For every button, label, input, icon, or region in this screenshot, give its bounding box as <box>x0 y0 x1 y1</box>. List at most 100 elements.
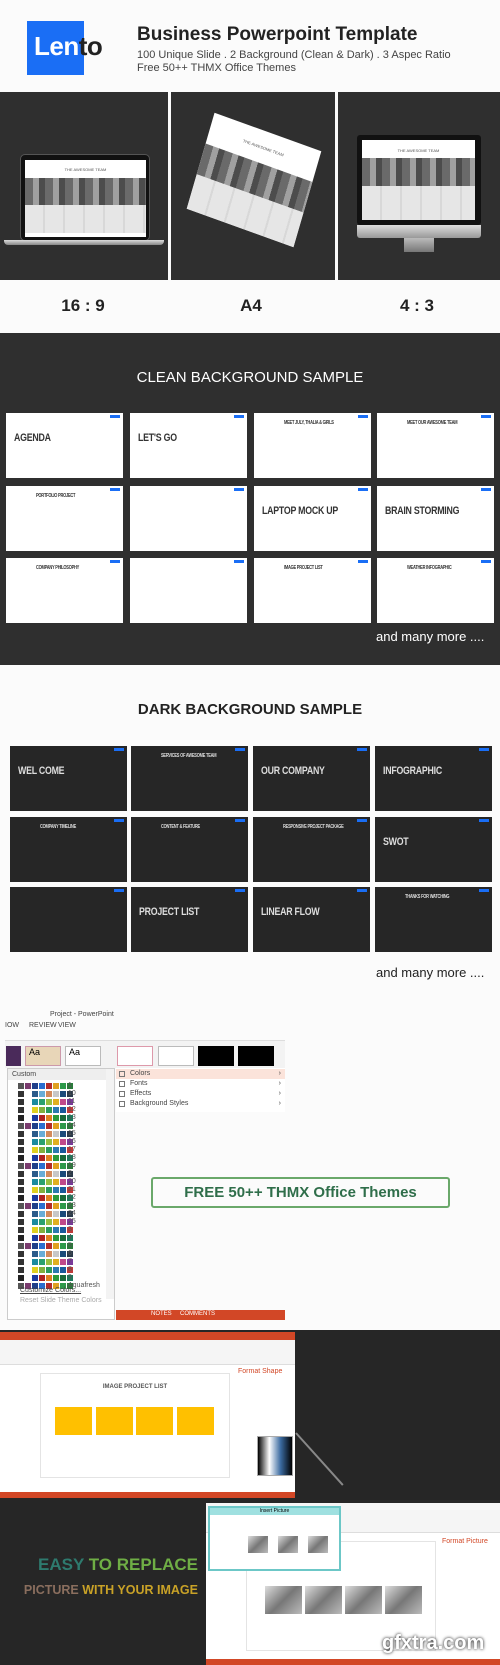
color-scheme-label[interactable]: 23 <box>68 1202 76 1209</box>
headline-picture: PICTURE <box>23 1583 79 1597</box>
monitor-slide-title: THE AWESOME TEAM <box>397 148 440 153</box>
color-scheme-swatch[interactable] <box>18 1219 73 1226</box>
color-scheme-label[interactable]: 9 <box>68 1274 72 1281</box>
color-scheme-swatch[interactable] <box>18 1147 73 1154</box>
page-title: Business Powerpoint Template <box>137 24 418 45</box>
picture-with-your-image-headline: PICTURE WITH YOUR IMAGE <box>0 1583 198 1597</box>
color-scheme-label[interactable]: 5 <box>68 1242 72 1249</box>
color-scheme-swatch[interactable] <box>18 1235 73 1242</box>
color-scheme-label[interactable]: 21 <box>68 1186 76 1193</box>
color-scheme-swatch[interactable] <box>18 1243 73 1250</box>
color-scheme-label[interactable]: 17 <box>68 1146 76 1153</box>
menu-item-colors[interactable]: Colors › <box>116 1069 285 1079</box>
comments-button[interactable]: COMMENTS <box>180 1311 215 1317</box>
customize-colors-link[interactable]: Customize Colors... <box>20 1287 81 1294</box>
variant-thumb[interactable] <box>238 1046 274 1066</box>
monitor-icon: THE AWESOME TEAM <box>357 135 481 225</box>
color-scheme-label[interactable]: 1 <box>68 1082 72 1089</box>
slide-thumbnail: CONTENT & FEATURE <box>131 817 248 882</box>
color-scheme-label[interactable]: 13 <box>68 1114 76 1121</box>
tab-view[interactable]: VIEW <box>58 1022 76 1029</box>
color-scheme-label[interactable]: 10 <box>68 1090 76 1097</box>
color-scheme-swatch[interactable] <box>18 1259 73 1266</box>
menu-item-fonts[interactable]: Fonts › <box>116 1079 285 1089</box>
color-scheme-label[interactable]: 14 <box>68 1122 76 1129</box>
color-scheme-label[interactable]: 18 <box>68 1154 76 1161</box>
chevron-right-icon: › <box>278 1070 281 1077</box>
color-scheme-swatch[interactable] <box>18 1171 73 1178</box>
theme-gallery: Aa Aa <box>5 1040 285 1068</box>
variant-thumb[interactable] <box>158 1046 194 1066</box>
reset-theme-colors-link[interactable]: Reset Slide Theme Colors <box>20 1297 102 1304</box>
color-scheme-label[interactable]: 11 <box>68 1098 75 1105</box>
color-scheme-label[interactable]: 3 <box>68 1226 72 1233</box>
variant-thumb[interactable] <box>198 1046 234 1066</box>
tab-review[interactable]: REVIEW <box>29 1022 57 1029</box>
slide-title: WEL COME <box>18 765 65 777</box>
tab-iow[interactable]: IOW <box>5 1022 19 1029</box>
variant-thumb[interactable] <box>117 1046 153 1066</box>
color-scheme-label[interactable]: 2 <box>68 1170 72 1177</box>
color-scheme-label[interactable]: 16 <box>68 1138 76 1145</box>
subtitle-themes: Free 50++ THMX Office Themes <box>137 62 296 74</box>
scrollbar[interactable] <box>106 1069 114 1299</box>
slide-title: PROJECT LIST <box>139 906 200 918</box>
slide-thumbnail: MEET JULY, THALIA & GIRLS <box>254 413 371 478</box>
theme-thumb[interactable]: Aa <box>65 1046 101 1066</box>
color-picker[interactable] <box>257 1436 293 1476</box>
theme-thumb[interactable] <box>6 1046 21 1066</box>
color-scheme-label[interactable]: 25 <box>68 1218 76 1225</box>
menu-item-background-styles[interactable]: Background Styles › <box>116 1099 285 1109</box>
headline-with-your-image: WITH YOUR IMAGE <box>82 1583 198 1597</box>
color-scheme-label[interactable]: 6 <box>68 1250 72 1257</box>
slide-title: IMAGE PROJECT LIST <box>102 1384 168 1390</box>
color-scheme-swatch[interactable] <box>18 1179 73 1186</box>
ratio-label-a4: A4 <box>240 296 262 315</box>
color-scheme-label[interactable]: 24 <box>68 1210 76 1217</box>
color-scheme-swatch[interactable] <box>18 1211 73 1218</box>
slide-title: INFOGRAPHIC <box>383 765 442 777</box>
color-scheme-swatch[interactable] <box>18 1139 73 1146</box>
color-scheme-swatch[interactable] <box>18 1083 73 1090</box>
headline-easy: EASY <box>38 1555 84 1574</box>
color-scheme-label[interactable]: 15 <box>68 1130 76 1137</box>
color-scheme-label[interactable]: 4 <box>68 1234 72 1241</box>
slide-title: AGENDA <box>14 432 51 444</box>
menu-item-label: Fonts <box>130 1080 148 1087</box>
slide-thumbnail: COMPANY TIMELINE <box>10 817 127 882</box>
color-scheme-label[interactable]: 20 <box>68 1178 76 1185</box>
laptop-icon: THE AWESOME TEAM <box>20 154 150 241</box>
color-scheme-swatch[interactable] <box>18 1203 73 1210</box>
color-scheme-swatch[interactable] <box>18 1187 73 1194</box>
color-scheme-swatch[interactable] <box>18 1131 73 1138</box>
window-title: Project - PowerPoint <box>50 1011 114 1018</box>
color-scheme-swatch[interactable] <box>18 1251 73 1258</box>
slide-title: CONTENT & FEATURE <box>161 824 200 830</box>
color-scheme-label[interactable]: 8 <box>68 1266 72 1273</box>
slide-title: RESPONSIVE PROJECT PACKAGE <box>283 824 344 830</box>
color-scheme-label[interactable]: 22 <box>68 1194 76 1201</box>
color-scheme-swatch[interactable] <box>18 1227 73 1234</box>
dialog-title: Insert Picture <box>210 1508 339 1515</box>
color-scheme-swatch[interactable] <box>18 1099 73 1106</box>
color-scheme-swatch[interactable] <box>18 1163 73 1170</box>
color-scheme-swatch[interactable] <box>18 1155 73 1162</box>
menu-item-effects[interactable]: Effects › <box>116 1089 285 1099</box>
color-scheme-swatch[interactable] <box>18 1107 73 1114</box>
lento-logo: Lento <box>27 21 103 75</box>
format-picture-panel-title: Format Picture <box>442 1538 488 1545</box>
slide-thumbnail: LINEAR FLOW <box>253 887 370 952</box>
notes-button[interactable]: NOTES <box>151 1311 172 1317</box>
color-scheme-swatch[interactable] <box>18 1267 73 1274</box>
laptop-base <box>4 240 164 245</box>
color-scheme-label[interactable]: 12 <box>68 1106 76 1113</box>
slide-title: MEET OUR AWESOME TEAM <box>407 420 458 426</box>
color-scheme-swatch[interactable] <box>18 1115 73 1122</box>
color-scheme-swatch[interactable] <box>18 1091 73 1098</box>
color-scheme-label[interactable]: 19 <box>68 1162 76 1169</box>
color-scheme-label[interactable]: 7 <box>68 1258 72 1265</box>
color-scheme-swatch[interactable] <box>18 1275 73 1282</box>
theme-thumb-selected[interactable]: Aa <box>25 1046 61 1066</box>
color-scheme-swatch[interactable] <box>18 1123 73 1130</box>
color-scheme-swatch[interactable] <box>18 1195 73 1202</box>
